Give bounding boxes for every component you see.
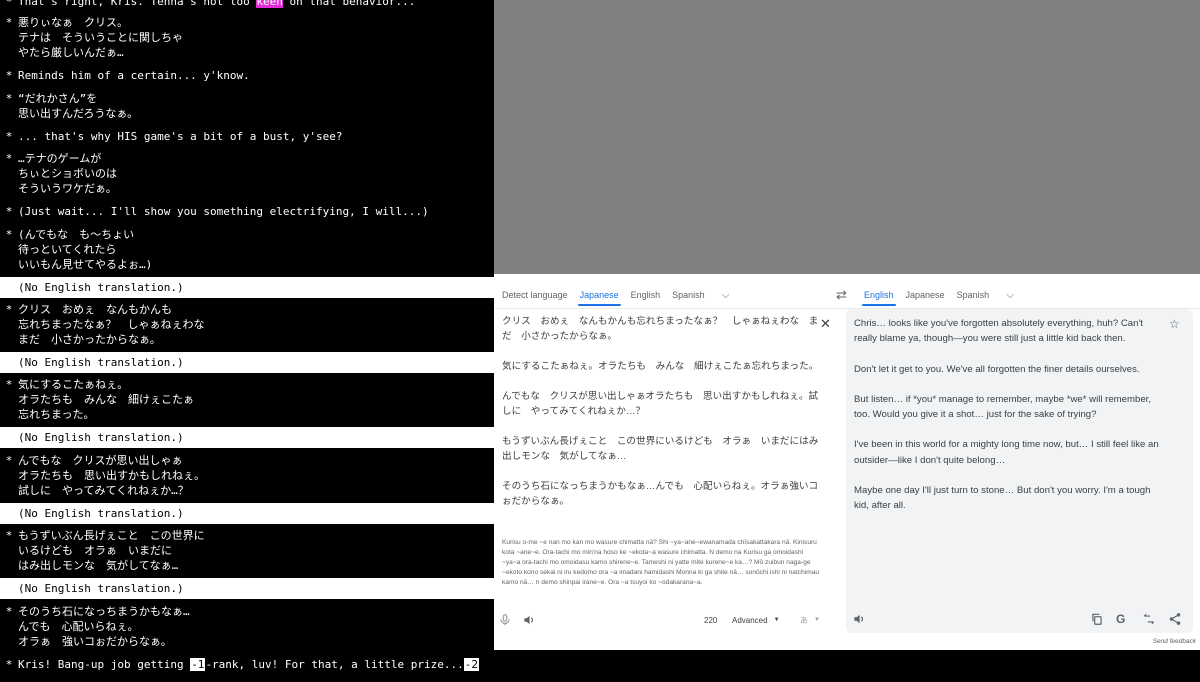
dialogue-entry: * “だれかさん”を 思い出すんだろうなぁ。	[0, 91, 494, 121]
tab-source-english[interactable]: English	[625, 285, 667, 306]
dialogue-entry: * (んでもな も～ちょい 待っといてくれたら いいもん見せてやるよぉ…)	[0, 227, 494, 272]
translated-text: Chris… looks like you've forgotten absol…	[854, 316, 1166, 529]
asterisk-icon: *	[5, 92, 13, 105]
translate-panel: Detect language Japanese English Spanish…	[494, 274, 1200, 650]
asterisk-icon: *	[5, 0, 13, 8]
source-paragraph: んでもな クリスが思い出しゃぁオラたちも 思い出すかもしれねぇ。試しに やってみ…	[502, 391, 819, 417]
listen-translation-icon[interactable]	[852, 611, 866, 627]
asterisk-icon: *	[5, 605, 13, 618]
google-search-icon[interactable]: G	[1116, 611, 1125, 627]
no-translation-band: (No English translation.)	[0, 503, 494, 524]
chevron-down-icon[interactable]: ⌵	[1003, 290, 1017, 301]
game-dialogue-log: * That's right, Kris. Tenna's not too kee…	[0, 0, 494, 682]
translated-paragraph: Don't let it get to you. We've all forgo…	[854, 363, 1140, 375]
character-count: 220	[704, 615, 718, 625]
dialogue-entry: * …テナのゲームが ちぃとショボいのは そういうワケだぁ。	[0, 151, 494, 196]
microphone-icon[interactable]	[498, 612, 512, 628]
dialogue-entry: * クリス おめぇ なんもかんも 忘れちまったなぁ？ しゃぁねぇわな まだ 小さか…	[0, 302, 494, 347]
source-paragraph: クリス おめぇ なんもかんも忘れちまったなぁ？ しゃぁねぇわな まだ 小さかった…	[502, 316, 819, 342]
asterisk-icon: *	[5, 303, 13, 316]
romanization-text: Kurisu o-me ~e nan mo kan mo wasure chim…	[502, 539, 820, 586]
source-paragraph: そのうち石になっちまうかもなぁ…んでも 心配いらねぇ。オラぁ強いコぉだからなぁ。	[502, 481, 819, 507]
no-translation-band: (No English translation.)	[0, 277, 494, 298]
no-translation-band: (No English translation.)	[0, 427, 494, 448]
swap-languages-icon[interactable]: ⇄	[836, 287, 847, 303]
asterisk-icon: *	[5, 205, 13, 218]
rank-marker: -1	[190, 658, 206, 671]
asterisk-icon: *	[5, 152, 13, 165]
translated-paragraph: I've been in this world for a mighty lon…	[854, 439, 1159, 466]
tab-source-japanese[interactable]: Japanese	[574, 285, 625, 306]
dialogue-entry: * 気にするこたぁねぇ。 オラたちも みんな 細けぇこたぁ 忘れちまった。	[0, 377, 494, 422]
asterisk-icon: *	[5, 378, 13, 391]
dialogue-entry: * もうずいぶん長げぇこと この世界に いるけども オラぁ いまだに はみ出しモン…	[0, 528, 494, 573]
asterisk-icon: *	[5, 658, 13, 671]
bottom-dark-strip	[494, 650, 1200, 682]
copy-icon[interactable]	[1090, 611, 1104, 627]
no-translation-band: (No English translation.)	[0, 352, 494, 373]
asterisk-icon: *	[5, 16, 13, 29]
rate-translation-icon[interactable]	[1142, 611, 1156, 627]
translated-paragraph: Maybe one day I'll just turn to stone… B…	[854, 485, 1151, 512]
input-tools-button[interactable]: あ ▼	[800, 612, 820, 628]
dialogue-entry: * 悪りぃなぁ クリス。 テナは そういうことに関しちゃ やたら厳しいんだぁ…	[0, 15, 494, 60]
source-text[interactable]: クリス おめぇ なんもかんも忘れちまったなぁ？ しゃぁねぇわな まだ 小さかった…	[502, 314, 820, 524]
dialogue-line: * Kris! Bang-up job getting -1-rank, luv!…	[0, 657, 494, 672]
asterisk-icon: *	[5, 454, 13, 467]
tab-detect-language[interactable]: Detect language	[496, 285, 574, 306]
dialogue-entry: * Reminds him of a certain... y'know.	[0, 68, 494, 83]
translated-paragraph: Chris… looks like you've forgotten absol…	[854, 318, 1143, 345]
translated-paragraph: But listen… if *you* manage to remember,…	[854, 393, 1151, 421]
source-language-bar: Detect language Japanese English Spanish…	[496, 283, 733, 307]
source-text-area[interactable]: クリス おめぇ なんもかんも忘れちまったなぁ？ しゃぁねぇわな まだ 小さかった…	[500, 310, 836, 633]
dialogue-entry: * そのうち石になっちまうかもなぁ… んでも 心配いらねぇ。 オラぁ 強いコぉだか…	[0, 604, 494, 649]
advanced-dropdown[interactable]: Advanced ▼	[732, 612, 780, 628]
dialogue-entry: * んでもな クリスが思い出しゃぁ オラたちも 思い出すかもしれねぇ。 試しに や…	[0, 453, 494, 498]
dialogue-entry: * (Just wait... I'll show you something e…	[0, 204, 494, 219]
dialogue-entry: *... that's why HIS game's a bit of a bu…	[0, 129, 494, 144]
tab-target-spanish[interactable]: Spanish	[951, 285, 996, 306]
source-paragraph: もうずいぶん長げぇこと この世界にいるけども オラぁ いまだにはみ出しモンな 気…	[502, 436, 819, 462]
target-language-bar: English Japanese Spanish ⌵	[858, 283, 1017, 307]
chevron-down-icon[interactable]: ⌵	[719, 290, 733, 301]
dialogue-line: * That's right, Kris. Tenna's not too kee…	[0, 0, 494, 9]
translation-output: Chris… looks like you've forgotten absol…	[846, 309, 1193, 633]
share-icon[interactable]	[1168, 611, 1182, 627]
tab-target-english[interactable]: English	[858, 285, 900, 306]
clear-text-icon[interactable]: ✕	[820, 316, 831, 332]
prize-marker: -2	[463, 658, 479, 671]
tab-target-japanese[interactable]: Japanese	[900, 285, 951, 306]
save-translation-star-icon[interactable]: ☆	[1169, 317, 1180, 331]
send-feedback-link[interactable]: Send feedback	[1153, 638, 1196, 645]
asterisk-icon: *	[5, 130, 13, 143]
asterisk-icon: *	[5, 228, 13, 241]
caret-down-icon: ▼	[773, 617, 780, 623]
tab-source-spanish[interactable]: Spanish	[666, 285, 711, 306]
caret-down-icon: ▼	[814, 617, 820, 623]
listen-source-icon[interactable]	[522, 612, 536, 628]
empty-grey-area	[494, 0, 1200, 274]
keen-highlight: keen	[256, 0, 283, 8]
source-paragraph: 気にするこたぁねぇ。オラたちも みんな 細けぇこたぁ忘れちまった。	[502, 361, 819, 372]
asterisk-icon: *	[5, 69, 13, 82]
no-translation-band: (No English translation.)	[0, 578, 494, 599]
asterisk-icon: *	[5, 529, 13, 542]
